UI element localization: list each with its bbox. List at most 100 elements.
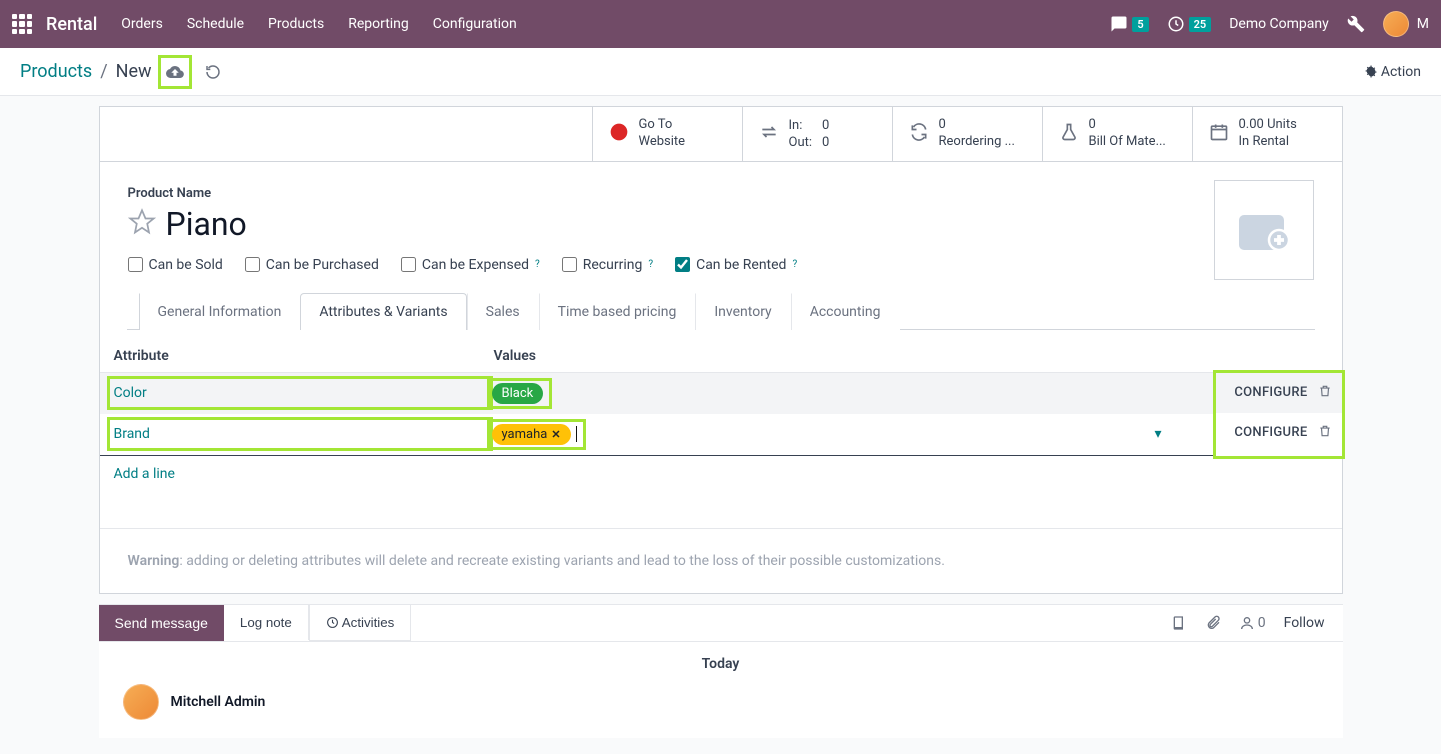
transfer-icon — [759, 122, 779, 146]
company-name[interactable]: Demo Company — [1229, 16, 1329, 32]
value-tag-yamaha[interactable]: yamaha ✕ — [492, 424, 571, 445]
stat-go-to-website[interactable]: Go To Website — [592, 107, 742, 161]
stat-label: Go To — [639, 117, 686, 134]
trash-icon[interactable] — [1318, 384, 1332, 402]
breadcrumb: Products / New — [20, 61, 152, 82]
topbar-right: 5 25 Demo Company M — [1110, 11, 1429, 37]
configure-button[interactable]: CONFIGURE — [1234, 425, 1307, 440]
tab-attributes-variants[interactable]: Attributes & Variants — [300, 293, 466, 330]
tab-inventory[interactable]: Inventory — [695, 293, 790, 330]
help-icon[interactable]: ? — [535, 259, 540, 270]
stat-buttons: Go To Website In:0 Out:0 0 R — [100, 107, 1342, 162]
can-be-expensed-checkbox[interactable]: Can be Expensed? — [401, 257, 540, 273]
activity-icon[interactable]: 25 — [1167, 15, 1212, 33]
attribute-row: Brand yamaha ✕ ▾ — [100, 414, 1216, 456]
nav-reporting[interactable]: Reporting — [348, 16, 409, 32]
book-icon[interactable] — [1171, 615, 1187, 631]
breadcrumb-current: New — [116, 61, 152, 82]
message-avatar[interactable] — [123, 684, 159, 720]
form-tabs: General Information Attributes & Variant… — [127, 293, 1315, 330]
col-header-attribute: Attribute — [114, 348, 494, 364]
stat-value: 0 — [1089, 117, 1166, 134]
form-body: Product Name Piano Can be Sold Can be Pu… — [100, 162, 1342, 338]
dropdown-caret-icon[interactable]: ▾ — [1154, 426, 1161, 442]
send-message-button[interactable]: Send message — [99, 605, 224, 641]
warning-box: Warning: adding or deleting attributes w… — [100, 528, 1342, 593]
recurring-checkbox[interactable]: Recurring? — [562, 257, 653, 273]
col-header-values: Values — [494, 348, 1198, 364]
stat-in-out[interactable]: In:0 Out:0 — [742, 107, 892, 161]
stat-value: 0 — [939, 117, 1015, 134]
warning-text: : adding or deleting attributes will del… — [179, 553, 945, 569]
stat-bom[interactable]: 0 Bill Of Mate... — [1042, 107, 1192, 161]
add-a-line[interactable]: Add a line — [100, 456, 189, 492]
discard-button[interactable] — [198, 57, 228, 87]
attribute-link-brand[interactable]: Brand — [114, 426, 150, 442]
tab-accounting[interactable]: Accounting — [791, 293, 900, 330]
follow-button[interactable]: Follow — [1284, 615, 1325, 631]
warning-label: Warning — [128, 553, 180, 569]
product-image-placeholder[interactable] — [1214, 180, 1314, 280]
tab-sales[interactable]: Sales — [467, 293, 539, 330]
favorite-star-icon[interactable] — [128, 208, 156, 240]
stat-value: 0 — [822, 118, 829, 133]
trash-icon[interactable] — [1318, 424, 1332, 442]
chat-icon[interactable]: 5 — [1110, 15, 1148, 33]
chatter-message: Mitchell Admin — [99, 678, 1343, 738]
message-author: Mitchell Admin — [171, 694, 266, 710]
values-input-cursor[interactable] — [576, 426, 577, 442]
user-initial: M — [1417, 16, 1429, 32]
stat-label: In Rental — [1239, 134, 1297, 151]
refresh-icon — [909, 122, 929, 146]
stat-label: Bill Of Mate... — [1089, 134, 1166, 151]
breadcrumb-root[interactable]: Products — [20, 61, 92, 82]
chatter: Send message Log note Activities 0 Follo… — [99, 604, 1343, 738]
help-icon[interactable]: ? — [792, 259, 797, 270]
action-menu[interactable]: Action — [1364, 64, 1421, 80]
remove-tag-icon[interactable]: ✕ — [551, 428, 560, 441]
can-be-rented-checkbox[interactable]: Can be Rented? — [675, 257, 797, 273]
chatter-today: Today — [99, 642, 1343, 678]
breadcrumb-sep: / — [100, 61, 107, 82]
topbar: Rental Orders Schedule Products Reportin… — [0, 0, 1441, 48]
configure-button[interactable]: CONFIGURE — [1234, 385, 1307, 400]
chatter-icons: 0 Follow — [1171, 615, 1343, 631]
save-cloud-button[interactable] — [160, 57, 190, 87]
can-be-purchased-checkbox[interactable]: Can be Purchased — [245, 257, 379, 273]
stat-label: Out: — [789, 135, 813, 150]
nav-configuration[interactable]: Configuration — [433, 16, 517, 32]
tab-time-based-pricing[interactable]: Time based pricing — [539, 293, 696, 330]
top-nav: Orders Schedule Products Reporting Confi… — [121, 16, 516, 32]
apps-icon[interactable] — [12, 14, 32, 34]
activities-button[interactable]: Activities — [309, 605, 412, 641]
followers-icon[interactable]: 0 — [1239, 615, 1266, 631]
attribute-link-color[interactable]: Color — [114, 385, 147, 401]
help-icon[interactable]: ? — [648, 259, 653, 270]
flask-icon — [1059, 122, 1079, 146]
stat-in-rental[interactable]: 0.00 Units In Rental — [1192, 107, 1342, 161]
form-sheet: Go To Website In:0 Out:0 0 R — [99, 106, 1343, 594]
product-name-value[interactable]: Piano — [166, 205, 247, 243]
activity-count-badge: 25 — [1189, 17, 1212, 32]
chat-count-badge: 5 — [1132, 17, 1148, 32]
nav-orders[interactable]: Orders — [121, 16, 163, 32]
can-be-sold-checkbox[interactable]: Can be Sold — [128, 257, 223, 273]
debug-icon[interactable] — [1347, 15, 1365, 33]
nav-schedule[interactable]: Schedule — [187, 16, 244, 32]
attributes-table: Attribute Values Color Black — [100, 338, 1342, 528]
value-tag-black[interactable]: Black — [492, 383, 544, 404]
user-avatar[interactable] — [1383, 11, 1409, 37]
nav-products[interactable]: Products — [268, 16, 324, 32]
breadcrumb-bar: Products / New Action — [0, 48, 1441, 96]
stat-value: 0.00 Units — [1239, 117, 1297, 134]
log-note-button[interactable]: Log note — [224, 605, 309, 640]
product-flags: Can be Sold Can be Purchased Can be Expe… — [128, 257, 1314, 273]
stat-value: 0 — [822, 135, 829, 150]
tab-general-information[interactable]: General Information — [139, 293, 301, 330]
app-brand[interactable]: Rental — [46, 14, 97, 35]
stat-label: Website — [639, 134, 686, 151]
attachment-icon[interactable] — [1205, 615, 1221, 631]
product-name-label: Product Name — [128, 186, 1314, 201]
stat-label: Reordering ... — [939, 134, 1015, 151]
stat-reordering[interactable]: 0 Reordering ... — [892, 107, 1042, 161]
